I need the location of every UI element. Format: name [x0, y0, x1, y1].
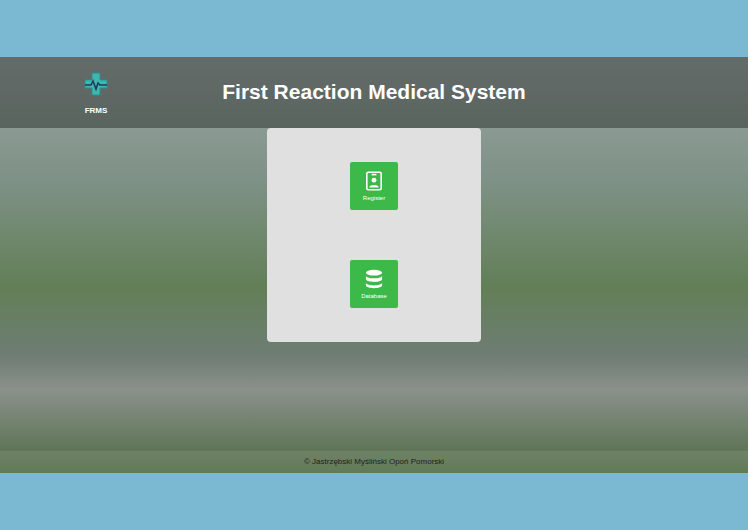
database-icon [365, 269, 383, 289]
database-button[interactable]: Database [350, 260, 398, 308]
logo-label: FRMS [85, 107, 108, 115]
button-label: Register [363, 195, 385, 201]
copyright: © Jastrzębski Myśliński Opoń Pomorski [304, 456, 444, 468]
logo[interactable]: FRMS [76, 71, 116, 115]
hero-area: FRMS First Reaction Medical System Registe… [0, 57, 748, 473]
menu-card: Register Database [267, 128, 481, 342]
page-title: First Reaction Medical System [222, 76, 525, 108]
header-bar: FRMS First Reaction Medical System [0, 57, 748, 128]
id-badge-icon [365, 171, 383, 191]
bottom-band [0, 473, 748, 530]
top-band [0, 0, 748, 57]
spacer [0, 342, 748, 451]
footer-bar: © Jastrzębski Myśliński Opoń Pomorski [0, 451, 748, 473]
register-button[interactable]: Register [350, 162, 398, 210]
button-label: Database [361, 293, 387, 299]
medical-cross-icon [83, 71, 109, 97]
